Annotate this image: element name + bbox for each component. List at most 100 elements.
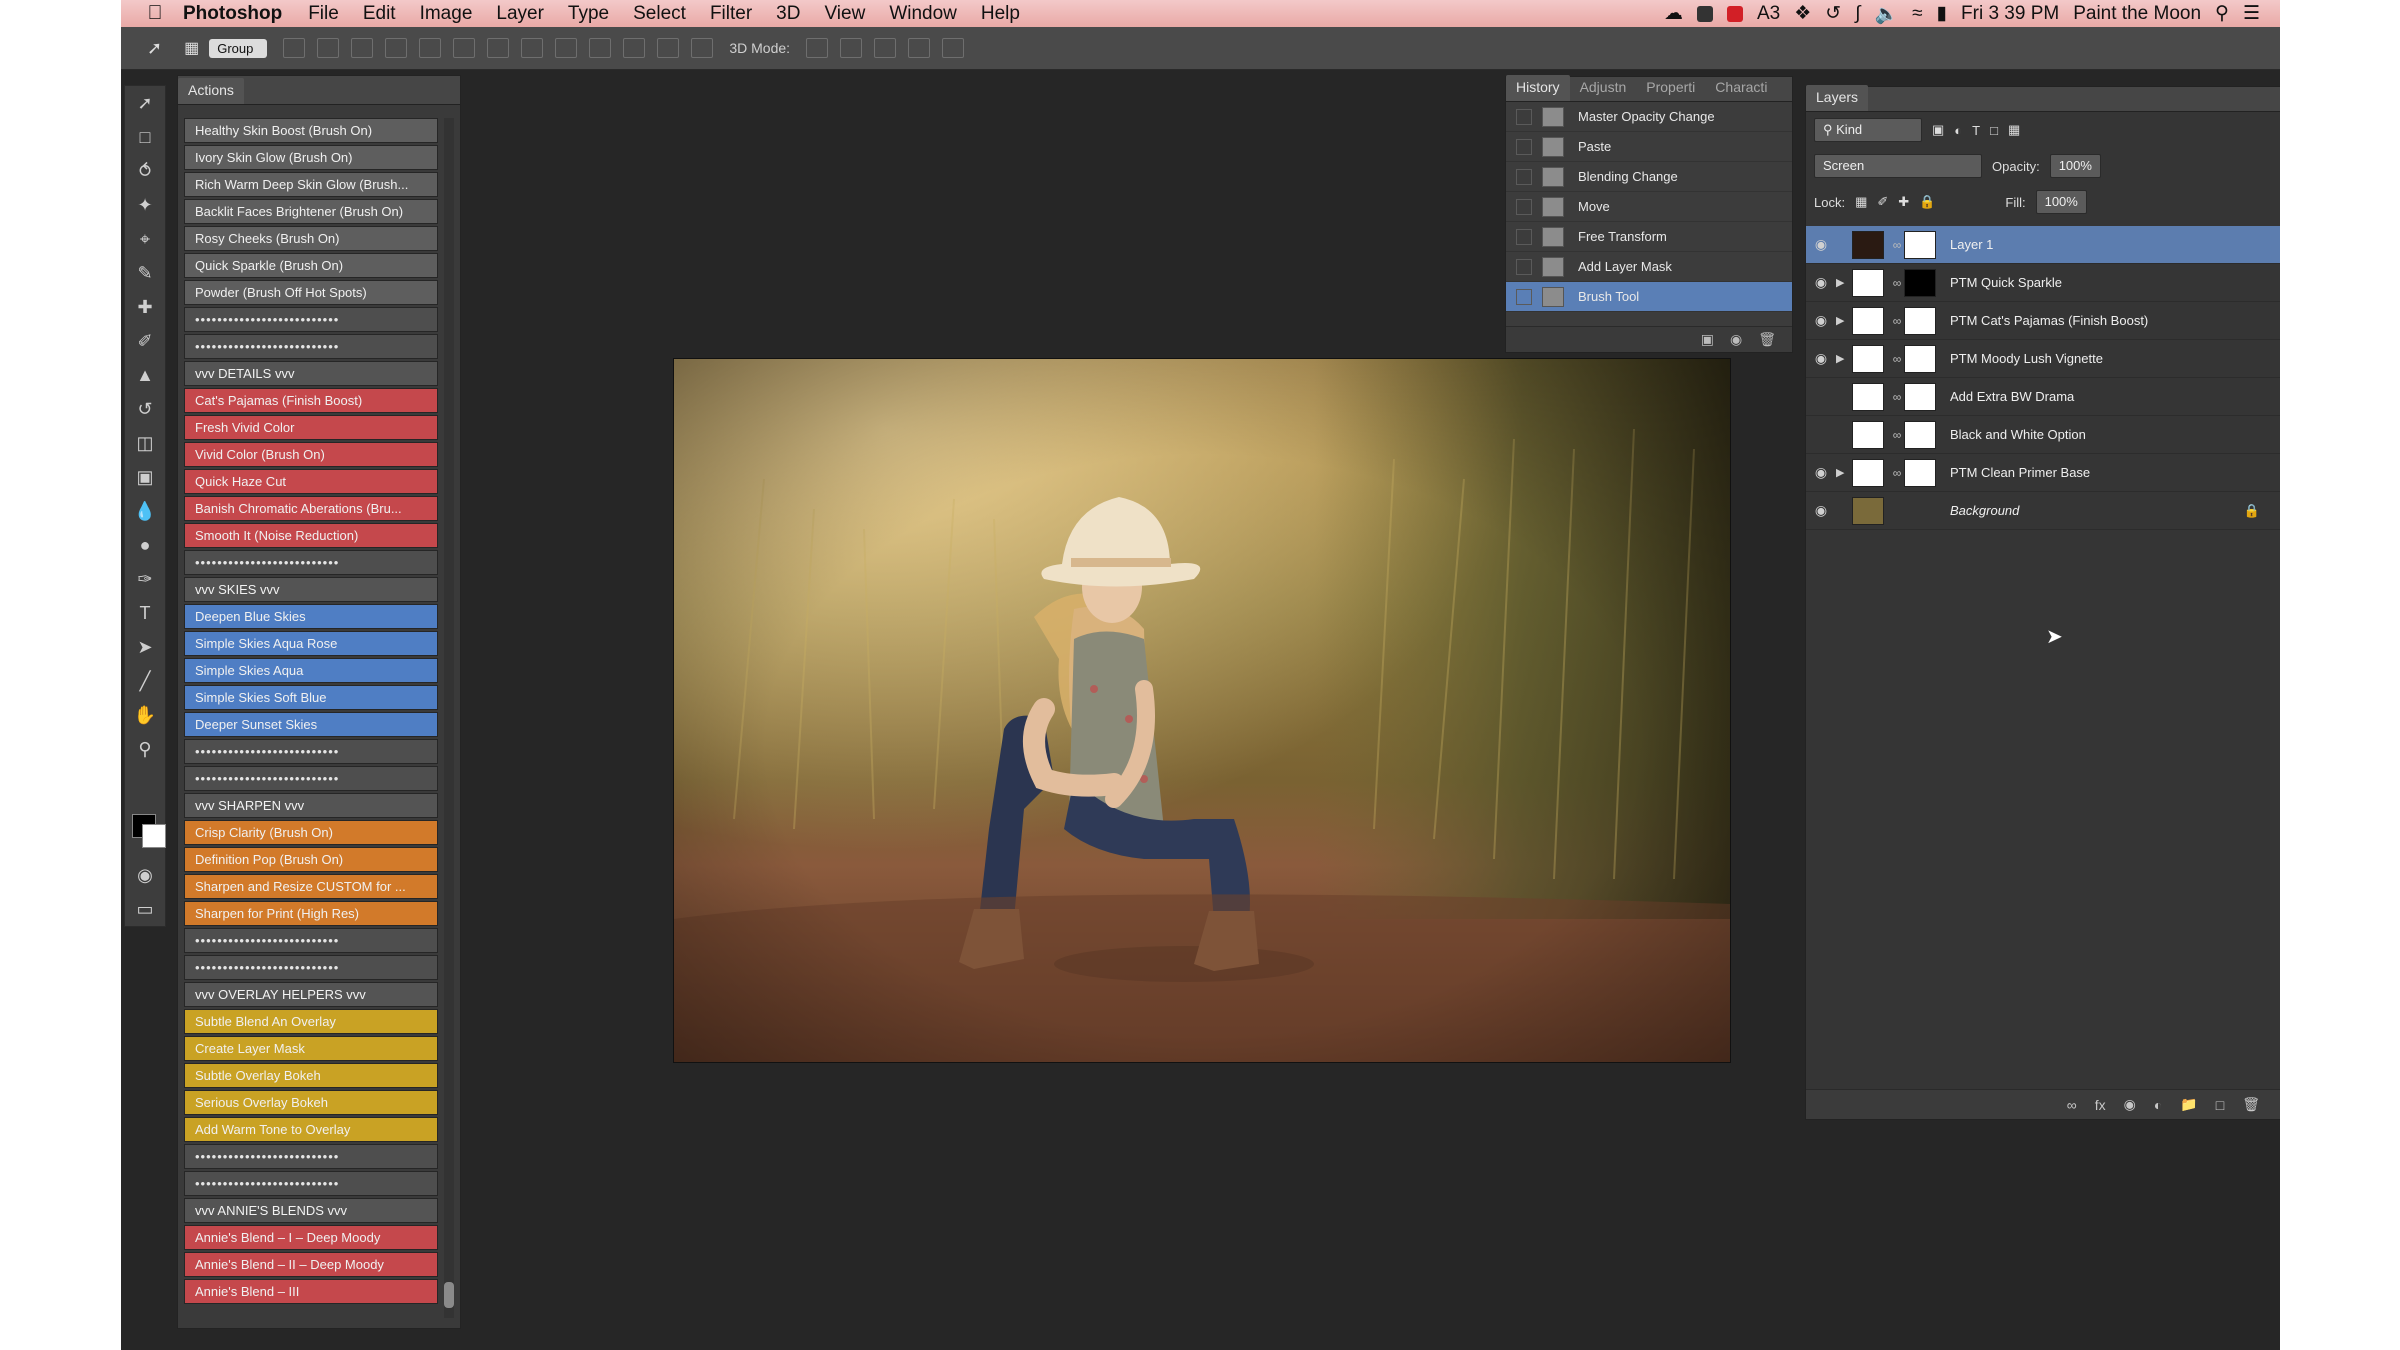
mask-thumbnail[interactable] [1904,306,1936,335]
action-item[interactable]: •••••••••••••••••••••••••• [184,766,438,791]
new-document-from-state-icon[interactable]: ▣ [1701,331,1714,348]
distribute-right-icon[interactable] [657,38,680,58]
action-item[interactable]: Subtle Overlay Bokeh [184,1063,438,1088]
action-item[interactable]: vvv DETAILS vvv [184,361,438,386]
action-item[interactable]: Sharpen and Resize CUSTOM for ... [184,874,438,899]
menu-window[interactable]: Window [877,3,969,25]
path-selection-tool-icon[interactable]: ➤ [125,630,165,664]
3d-roll-icon[interactable] [840,38,863,58]
background-color-swatch[interactable] [142,824,166,848]
filter-type-icon[interactable]: T [1972,123,1980,138]
expand-triangle-icon[interactable]: ▶ [1836,352,1852,365]
action-item[interactable]: Rich Warm Deep Skin Glow (Brush... [184,172,438,197]
distribute-top-icon[interactable] [521,38,544,58]
time-machine-icon[interactable]: ↺ [1825,2,1841,25]
distribute-bottom-icon[interactable] [589,38,612,58]
creative-cloud-icon[interactable] [1696,5,1713,22]
tab-layers[interactable]: Layers [1806,85,1869,111]
history-state-checkbox[interactable] [1516,138,1532,155]
align-left-icon[interactable] [419,38,442,58]
action-item[interactable]: Subtle Blend An Overlay [184,1009,438,1034]
lock-position-icon[interactable]: ✚ [1898,194,1909,210]
menu-edit[interactable]: Edit [351,3,408,25]
layer-name[interactable]: PTM Moody Lush Vignette [1950,351,2103,366]
layer-row[interactable]: ◉ ▶ ∞ PTM Moody Lush Vignette [1806,340,2280,378]
acrobat-icon[interactable] [1726,5,1743,22]
quick-mask-icon[interactable]: ◉ [125,858,165,892]
bluetooth-icon[interactable]: ∫ [1855,3,1860,25]
menu-help[interactable]: Help [969,3,1032,25]
magic-wand-tool-icon[interactable]: ✦ [125,188,165,222]
history-state[interactable]: Move [1506,192,1792,222]
action-item[interactable]: Banish Chromatic Aberations (Bru... [184,496,438,521]
mask-thumbnail[interactable] [1904,230,1936,259]
visibility-eye-icon[interactable]: ◉ [1806,350,1836,367]
history-brush-tool-icon[interactable]: ↺ [125,392,165,426]
clock[interactable]: Fri 3 39 PM [1961,3,2059,25]
layer-thumbnail[interactable] [1852,382,1884,411]
transform-controls-icon[interactable] [283,38,306,58]
lock-all-icon[interactable]: 🔒 [1919,194,1935,210]
expand-triangle-icon[interactable]: ▶ [1836,276,1852,289]
history-state-checkbox[interactable] [1516,168,1532,185]
user-name[interactable]: Paint the Moon [2073,3,2201,25]
action-item[interactable]: Deepen Blue Skies [184,604,438,629]
fx-icon[interactable]: fx [2095,1097,2106,1113]
screen-mode-icon[interactable]: ▭ [125,892,165,926]
filter-shape-icon[interactable]: □ [1990,123,1998,138]
background-lock-icon[interactable]: 🔒 [2244,503,2260,519]
action-item[interactable]: Ivory Skin Glow (Brush On) [184,145,438,170]
move-tool-icon[interactable]: ➚ [147,38,162,59]
marquee-tool-icon[interactable]: □ [125,120,165,154]
layer-thumbnail[interactable] [1852,496,1884,525]
gradient-tool-icon[interactable]: ▣ [125,460,165,494]
action-item[interactable]: vvv ANNIE'S BLENDS vvv [184,1198,438,1223]
adobe-notification-icon[interactable]: A3 [1757,3,1780,25]
action-item[interactable]: Definition Pop (Brush On) [184,847,438,872]
search-icon[interactable]: ⚲ [2215,2,2229,25]
action-item[interactable]: •••••••••••••••••••••••••• [184,739,438,764]
layer-row[interactable]: ∞ Black and White Option [1806,416,2280,454]
cloud-icon[interactable]: ☁ [1664,2,1683,25]
actions-scrollbar[interactable] [444,118,454,1318]
action-item[interactable]: Healthy Skin Boost (Brush On) [184,118,438,143]
layer-name[interactable]: PTM Quick Sparkle [1950,275,2062,290]
layer-name[interactable]: Add Extra BW Drama [1950,389,2074,404]
menu-image[interactable]: Image [408,3,485,25]
action-item[interactable]: •••••••••••••••••••••••••• [184,928,438,953]
action-item[interactable]: •••••••••••••••••••••••••• [184,955,438,980]
history-state[interactable]: Paste [1506,132,1792,162]
link-layers-icon[interactable]: ∞ [2067,1097,2077,1113]
fill-field[interactable]: 100% [2035,190,2087,214]
expand-triangle-icon[interactable]: ▶ [1836,466,1852,479]
apple-icon[interactable]:  [135,2,175,25]
menu-3d[interactable]: 3D [764,3,812,25]
trash-icon[interactable]: 🗑 [1758,331,1776,348]
list-icon[interactable]: ☰ [2243,2,2260,25]
folder-thumbnail[interactable] [1852,458,1884,487]
type-tool-icon[interactable]: T [125,596,165,630]
history-state[interactable]: Free Transform [1506,222,1792,252]
layer-name[interactable]: Layer 1 [1950,237,1993,252]
battery-icon[interactable]: ▮ [1937,2,1947,25]
folder-thumbnail[interactable] [1852,344,1884,373]
action-item[interactable]: Vivid Color (Brush On) [184,442,438,467]
align-center-icon[interactable] [453,38,476,58]
action-item[interactable]: •••••••••••••••••••••••••• [184,307,438,332]
action-item[interactable]: Quick Haze Cut [184,469,438,494]
dropbox-icon[interactable]: ❖ [1794,2,1811,25]
blend-mode-select[interactable]: Screen [1814,154,1982,178]
auto-select-icon[interactable]: ▦ [184,38,199,58]
distribute-left-icon[interactable] [623,38,646,58]
visibility-eye-icon[interactable]: ◉ [1806,236,1836,253]
action-item[interactable]: Simple Skies Soft Blue [184,685,438,710]
filter-adjustment-icon[interactable]: ◐ [1954,123,1962,138]
volume-icon[interactable]: 🔈 [1874,2,1898,26]
tab-actions[interactable]: Actions [178,78,244,104]
brush-tool-icon[interactable]: ✐ [125,324,165,358]
align-bottom-icon[interactable] [385,38,408,58]
action-item[interactable]: Sharpen for Print (High Res) [184,901,438,926]
line-tool-icon[interactable]: ╱ [125,664,165,698]
mask-link-icon[interactable]: ∞ [1890,276,1904,290]
action-item[interactable]: •••••••••••••••••••••••••• [184,550,438,575]
